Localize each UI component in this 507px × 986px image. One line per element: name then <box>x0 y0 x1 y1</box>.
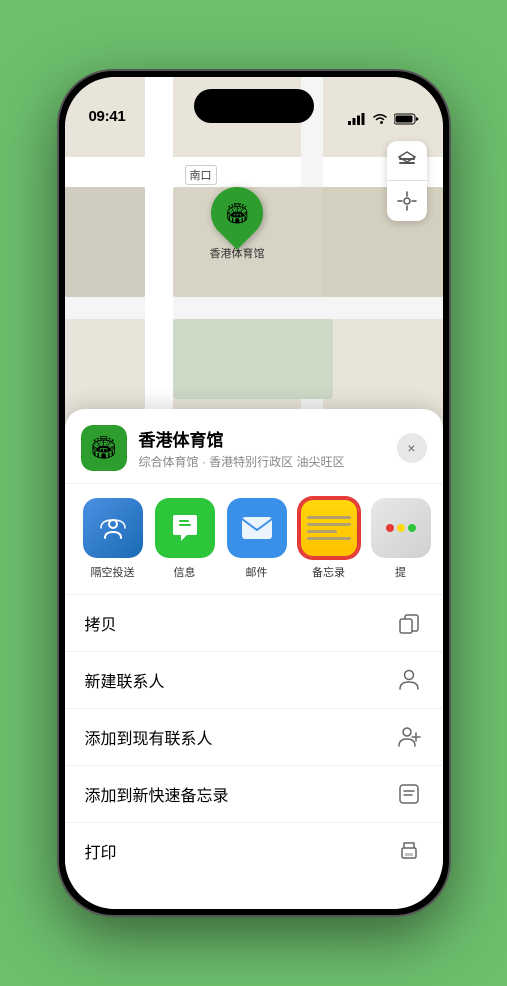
action-add-to-contact[interactable]: 添加到现有联系人 <box>65 709 443 766</box>
share-item-mail[interactable]: 邮件 <box>225 498 289 580</box>
person-icon <box>395 666 423 694</box>
map-location-button[interactable] <box>387 181 427 221</box>
share-item-notes[interactable]: 备忘录 <box>297 498 361 580</box>
notes-line-1 <box>307 516 351 519</box>
share-row: 隔空投送 信息 <box>65 484 443 595</box>
marker-pin: 🏟 <box>200 176 274 250</box>
notes-label: 备忘录 <box>312 564 345 580</box>
map-controls <box>387 141 427 221</box>
dot-red <box>386 524 394 532</box>
notes-line-4 <box>307 537 351 540</box>
action-new-contact[interactable]: 新建联系人 <box>65 652 443 709</box>
airdrop-icon <box>83 498 143 558</box>
action-print-text: 打印 <box>85 839 117 863</box>
dot-yellow <box>397 524 405 532</box>
mail-icon <box>227 498 287 558</box>
sheet-close-button[interactable]: × <box>397 433 427 463</box>
map-road-h2 <box>65 297 443 319</box>
dynamic-island <box>194 89 314 123</box>
copy-icon <box>395 609 423 637</box>
more-label: 提 <box>395 564 406 580</box>
share-item-airdrop[interactable]: 隔空投送 <box>81 498 145 580</box>
sheet-header: 🏟 香港体育馆 综合体育馆 · 香港特别行政区 油尖旺区 × <box>65 409 443 484</box>
action-add-contact-text: 添加到现有联系人 <box>85 725 213 749</box>
notes-icon <box>299 498 359 558</box>
action-copy[interactable]: 拷贝 <box>65 595 443 652</box>
action-print[interactable]: 打印 <box>65 823 443 879</box>
notes-line-2 <box>307 523 351 526</box>
mail-label: 邮件 <box>246 564 268 580</box>
action-copy-text: 拷贝 <box>85 611 117 635</box>
status-time: 09:41 <box>89 108 126 125</box>
more-icon <box>371 498 431 558</box>
notes-line-3 <box>307 530 338 533</box>
map-block3 <box>173 319 333 399</box>
dot-green <box>408 524 416 532</box>
airdrop-label: 隔空投送 <box>91 564 135 580</box>
action-new-contact-text: 新建联系人 <box>85 668 165 692</box>
venue-icon: 🏟 <box>81 425 127 471</box>
phone-frame: 09:41 <box>59 71 449 915</box>
map-layer-button[interactable] <box>387 141 427 181</box>
venue-info: 香港体育馆 综合体育馆 · 香港特别行政区 油尖旺区 <box>139 426 397 470</box>
battery-icon <box>394 113 419 125</box>
action-add-notes-text: 添加到新快速备忘录 <box>85 782 229 806</box>
bottom-sheet: 🏟 香港体育馆 综合体育馆 · 香港特别行政区 油尖旺区 × <box>65 409 443 909</box>
signal-icon <box>348 113 366 125</box>
marker-stadium-icon: 🏟 <box>224 201 249 226</box>
action-add-to-notes[interactable]: 添加到新快速备忘录 <box>65 766 443 823</box>
print-icon <box>395 837 423 865</box>
stadium-marker[interactable]: 🏟 香港体育馆 <box>210 187 265 261</box>
status-icons <box>348 113 419 125</box>
messages-label: 信息 <box>174 564 196 580</box>
venue-name: 香港体育馆 <box>139 426 397 451</box>
notes-lines <box>301 508 357 548</box>
map-block2 <box>65 187 145 297</box>
share-item-more[interactable]: 提 <box>369 498 433 580</box>
person-add-icon <box>395 723 423 751</box>
wifi-icon <box>372 113 388 125</box>
venue-sub: 综合体育馆 · 香港特别行政区 油尖旺区 <box>139 453 397 470</box>
note-icon <box>395 780 423 808</box>
map-label-nankou: 南口 <box>185 165 217 185</box>
action-list: 拷贝 新建联系人 <box>65 595 443 879</box>
messages-icon <box>155 498 215 558</box>
phone-screen: 09:41 <box>65 77 443 909</box>
share-item-messages[interactable]: 信息 <box>153 498 217 580</box>
map-road-h <box>65 157 443 187</box>
